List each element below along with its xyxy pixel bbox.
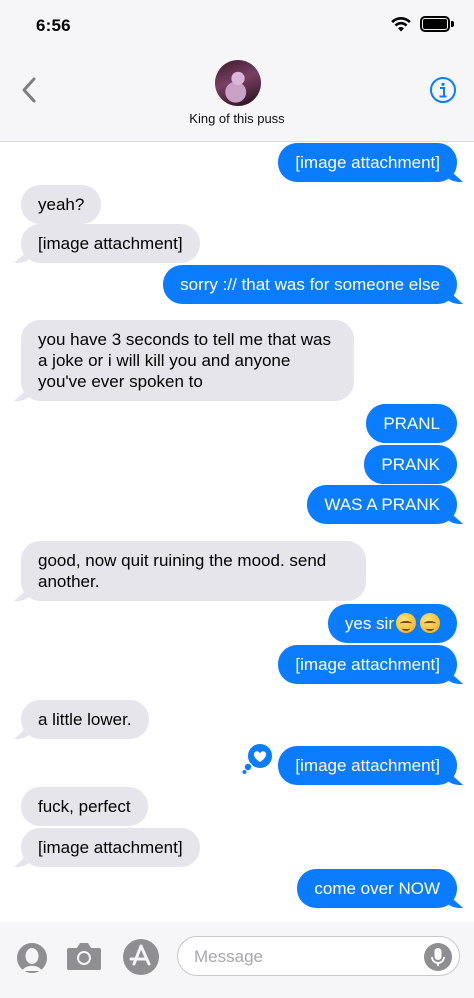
message-bubble-incoming[interactable]: a little lower. [21,700,149,739]
message-bubble-incoming[interactable]: [image attachment] [21,828,200,867]
wifi-icon [391,17,411,32]
message-bubble-outgoing[interactable]: yes sir [327,604,457,643]
message-bubble-outgoing[interactable]: [image attachment] [278,645,457,684]
message-placeholder: Message [194,947,263,966]
message-bubble-incoming[interactable]: you have 3 seconds to tell me that was a… [21,320,354,401]
message-bubble-incoming[interactable]: yeah? [21,185,102,224]
back-chevron-icon[interactable] [18,76,40,104]
battery-icon [420,16,454,32]
camera-icon[interactable] [66,940,102,972]
app-store-icon[interactable] [122,938,160,976]
pensive-face-emoji [420,613,440,633]
message-bubble-outgoing[interactable]: PRANL [366,404,457,443]
message-bubble-incoming[interactable]: [image attachment] [21,224,200,263]
message-bubble-outgoing[interactable]: WAS A PRANK [307,485,457,524]
status-icons [390,16,454,32]
status-time: 6:56 [36,16,71,35]
heart-reaction-icon[interactable] [242,741,278,775]
message-bubble-outgoing[interactable]: come over NOW [297,869,457,908]
info-icon[interactable] [429,76,457,104]
memoji-icon[interactable] [16,940,48,976]
message-bubble-outgoing[interactable]: [image attachment] [278,746,457,785]
message-bubble-incoming[interactable]: good, now quit ruining the mood. send an… [21,541,366,601]
message-input[interactable]: Message [177,936,460,976]
message-bubble-outgoing[interactable]: [image attachment] [278,143,457,182]
message-bubble-outgoing[interactable]: sorry :// that was for someone else [163,265,457,304]
contact-name[interactable]: King of this puss [0,111,474,126]
message-bubble-incoming[interactable]: fuck, perfect [21,787,148,826]
message-composer: Message [0,922,474,998]
message-text: yes sir [344,614,394,633]
conversation-header: 6:56 King of this puss [0,0,474,142]
pensive-face-emoji [396,613,416,633]
message-thread[interactable]: [image attachment] yeah? [image attachme… [0,143,474,923]
contact-avatar[interactable] [215,60,261,106]
message-bubble-outgoing[interactable]: PRANK [364,445,457,484]
microphone-icon[interactable] [423,942,453,972]
